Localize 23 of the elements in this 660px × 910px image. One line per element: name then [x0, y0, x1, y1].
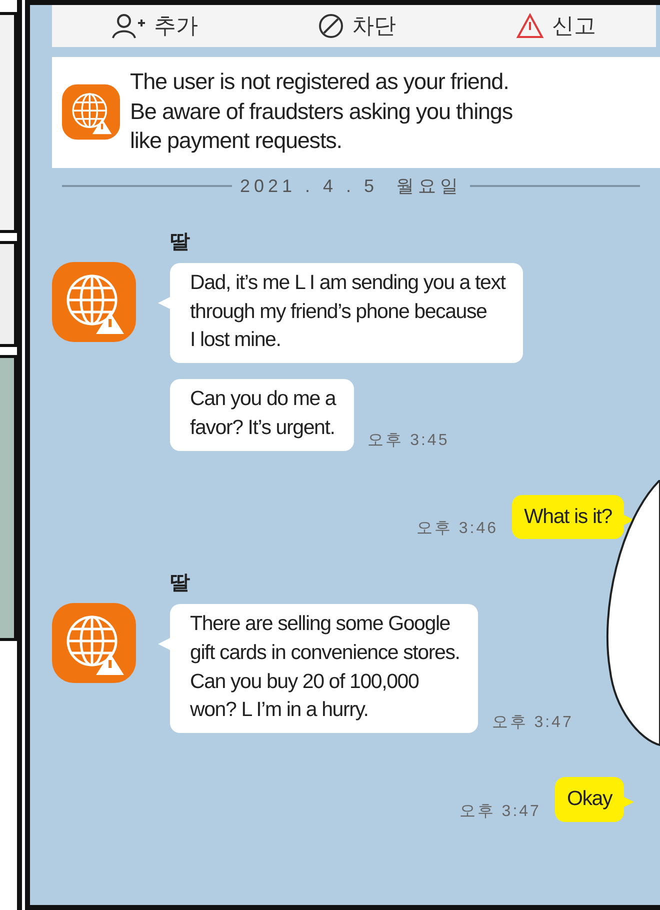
- message-time: 오후 3:47: [492, 712, 574, 733]
- sender-name: 딸: [170, 230, 191, 256]
- message-bubble: Okay: [554, 776, 624, 822]
- notice-text: The user is not registered as your friend. Be aware of fraudsters asking you things like payment requests.: [130, 68, 512, 156]
- message-time: 오후 3:46: [416, 519, 498, 540]
- message-time: 오후 3:47: [459, 802, 541, 822]
- person-add-icon: [112, 13, 146, 39]
- toolbar-button[interactable]: 추가: [106, 11, 204, 41]
- warning-avatar-icon: [62, 84, 120, 140]
- warning-avatar-icon: [52, 262, 136, 342]
- warning-icon: [516, 13, 544, 39]
- warning-avatar-icon: [52, 603, 136, 684]
- message-bubble: Dad, it’s me L I am sending you a text through my friend’s phone because I lost mine.: [170, 263, 524, 364]
- message-bubble: What is it?: [512, 494, 624, 540]
- bubble-tail-icon: [624, 796, 634, 807]
- message-bubble: There are selling some Google gift cards in convenience stores. Can you buy 20 of 100,000 won? L I’m in a hurry.: [170, 604, 478, 733]
- sender-name: 딸: [170, 571, 191, 596]
- block-icon: [318, 13, 344, 39]
- toolbar-button[interactable]: 차단: [312, 11, 402, 41]
- toolbar-button[interactable]: 신고: [510, 11, 602, 41]
- message-time: 오후 3:45: [368, 430, 450, 450]
- date-divider: 2021 . 4 . 5 월요일: [240, 175, 462, 198]
- message-bubble: Can you do me a favor? It’s urgent.: [170, 379, 354, 450]
